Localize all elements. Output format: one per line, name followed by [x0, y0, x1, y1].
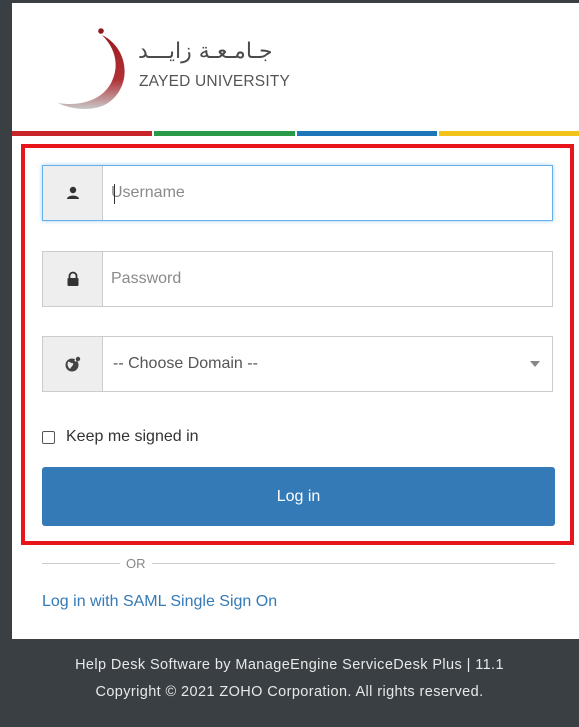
- or-text: OR: [126, 555, 146, 571]
- globe-icon: [43, 337, 103, 391]
- password-input[interactable]: [103, 252, 552, 306]
- logo-arabic-text: جـامـعـة زايـــد: [138, 39, 273, 64]
- saml-login-link[interactable]: Log in with SAML Single Sign On: [42, 593, 277, 611]
- or-divider: OR: [42, 555, 555, 571]
- footer-line-2: Copyright © 2021 ZOHO Corporation. All r…: [95, 684, 484, 700]
- login-panel: جـامـعـة زايـــد ZAYED UNIVERSITY -- Cho…: [12, 3, 579, 639]
- lock-icon: [43, 252, 103, 306]
- zayed-university-logo-mark: [58, 28, 125, 109]
- keep-signed-in[interactable]: Keep me signed in: [42, 428, 199, 446]
- divider-line-right: [151, 562, 555, 564]
- color-segment-red: [12, 131, 153, 136]
- logo-area: جـامـعـة زايـــد ZAYED UNIVERSITY: [12, 3, 579, 131]
- keep-signed-in-label: Keep me signed in: [66, 428, 199, 445]
- divider-line-left: [42, 562, 120, 564]
- logo-english-text: ZAYED UNIVERSITY: [139, 73, 291, 90]
- password-group: [42, 251, 553, 307]
- color-segment-yellow: [438, 131, 579, 136]
- text-cursor: [114, 184, 115, 204]
- brand-color-bar: [12, 131, 579, 136]
- footer-line-1: Help Desk Software by ManageEngine Servi…: [75, 657, 504, 673]
- domain-selected-value: -- Choose Domain --: [113, 355, 258, 372]
- domain-select[interactable]: -- Choose Domain --: [42, 336, 553, 392]
- left-strip: [0, 0, 12, 727]
- username-input[interactable]: [103, 166, 552, 220]
- footer: Help Desk Software by ManageEngine Servi…: [0, 639, 579, 727]
- login-button[interactable]: Log in: [42, 467, 555, 526]
- keep-signed-in-checkbox[interactable]: [42, 430, 55, 444]
- chevron-down-icon: [518, 337, 552, 391]
- username-group: [42, 165, 553, 221]
- user-icon: [43, 166, 103, 220]
- color-segment-blue: [296, 131, 437, 136]
- color-segment-green: [154, 131, 295, 136]
